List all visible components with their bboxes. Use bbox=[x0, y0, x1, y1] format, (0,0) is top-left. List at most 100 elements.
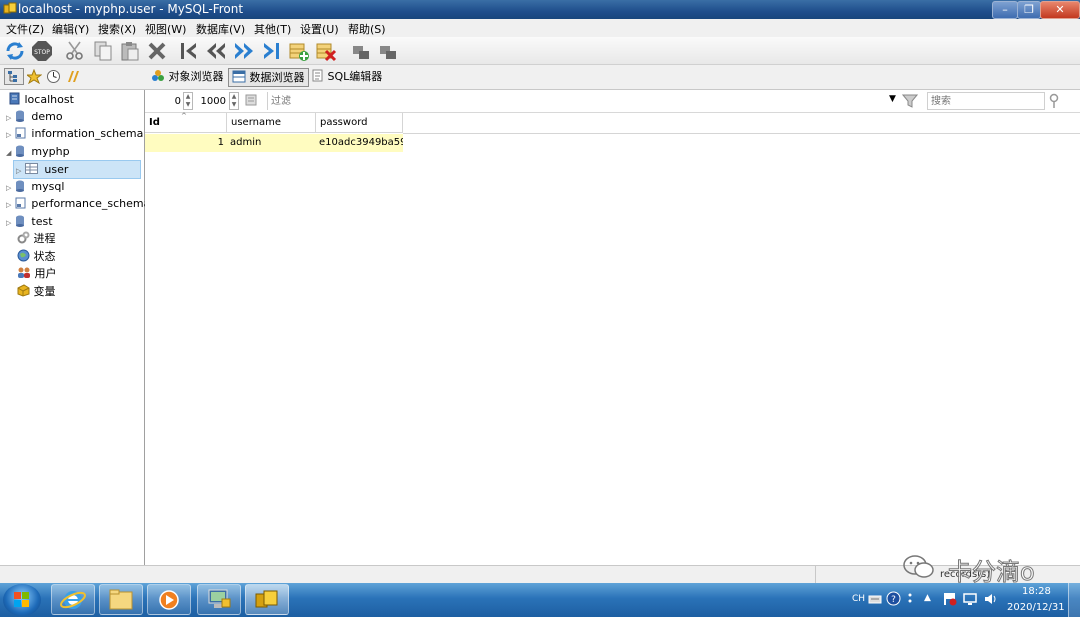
header-divider bbox=[403, 133, 1080, 134]
stop-icon[interactable]: STOP bbox=[31, 40, 53, 62]
clock-date[interactable]: 2020/12/31 bbox=[1007, 602, 1065, 613]
quick-search-icon[interactable] bbox=[1048, 93, 1062, 109]
filter-dropdown-icon[interactable]: ▼ bbox=[889, 94, 896, 104]
offset-input[interactable] bbox=[147, 92, 184, 110]
minimize-button[interactable]: – bbox=[992, 1, 1018, 19]
menu-settings[interactable]: 设置(U) bbox=[300, 21, 339, 37]
help-icon[interactable]: ? bbox=[886, 591, 901, 606]
limit-input[interactable] bbox=[195, 92, 229, 110]
folder-icon bbox=[109, 589, 133, 610]
cell-username[interactable]: admin bbox=[227, 134, 316, 152]
tree-item-demo[interactable]: ▷ demo bbox=[6, 108, 63, 125]
menu-other[interactable]: 其他(T) bbox=[254, 21, 291, 37]
refresh-icon[interactable] bbox=[4, 40, 26, 62]
menu-file[interactable]: 文件(Z) bbox=[6, 21, 44, 37]
tree-item-performance-schema[interactable]: ▷ performance_schema bbox=[6, 195, 150, 212]
filter-input[interactable] bbox=[267, 92, 887, 110]
taskbar-explorer-button[interactable] bbox=[99, 584, 143, 615]
processes-icon bbox=[17, 231, 30, 244]
cell-id[interactable]: 1 bbox=[145, 134, 227, 152]
show-desktop-button[interactable] bbox=[1068, 583, 1080, 617]
tree-item-variables[interactable]: 变量 bbox=[17, 283, 56, 300]
copy-icon[interactable] bbox=[92, 40, 114, 62]
menu-view[interactable]: 视图(W) bbox=[145, 21, 186, 37]
tree-item-label: 状态 bbox=[33, 250, 56, 263]
search-input[interactable] bbox=[927, 92, 1045, 110]
tree-item-user[interactable]: ▷ user bbox=[13, 160, 141, 179]
tree-icon bbox=[8, 71, 17, 82]
next-page-icon[interactable] bbox=[233, 40, 255, 62]
funnel-icon[interactable] bbox=[902, 93, 918, 109]
tree-view-toggle[interactable] bbox=[4, 68, 24, 85]
filter-bar: ▲▼ ▲▼ ▼ bbox=[145, 90, 1080, 113]
tab-object-browser-label: 对象浏览器 bbox=[168, 70, 224, 83]
tab-data-browser-label: 数据浏览器 bbox=[249, 71, 305, 84]
menu-edit[interactable]: 编辑(Y) bbox=[52, 21, 89, 37]
last-record-icon[interactable] bbox=[260, 40, 282, 62]
taskbar-mysql-front-button[interactable] bbox=[245, 584, 289, 615]
cell-password[interactable]: e10adc3949ba59 bbox=[316, 134, 403, 152]
tree-item-label: localhost bbox=[24, 93, 74, 106]
table-row[interactable]: 1 admin e10adc3949ba59 bbox=[145, 113, 403, 153]
tree-item-mysql[interactable]: ▷ mysql bbox=[6, 178, 64, 195]
language-indicator[interactable]: CH bbox=[852, 594, 865, 604]
options-icon[interactable] bbox=[905, 591, 915, 606]
expand-arrow-icon[interactable]: ▷ bbox=[6, 219, 11, 227]
tree-item-label: 用户 bbox=[34, 267, 57, 280]
close-button[interactable]: ✕ bbox=[1040, 1, 1080, 19]
collapse-arrow-icon[interactable]: ◢ bbox=[6, 149, 11, 157]
system-database-icon bbox=[15, 127, 26, 139]
taskbar-ie-button[interactable] bbox=[51, 584, 95, 615]
expand-arrow-icon[interactable]: ▷ bbox=[6, 184, 11, 192]
wechat-logo-icon bbox=[903, 555, 934, 578]
menu-help[interactable]: 帮助(S) bbox=[348, 21, 386, 37]
limit-spinner[interactable]: ▲ ▼ bbox=[229, 92, 239, 110]
tree-item-information-schema[interactable]: ▷ information_schema bbox=[6, 125, 143, 142]
cut-icon[interactable] bbox=[64, 40, 86, 62]
sql-files-icon[interactable] bbox=[66, 69, 81, 84]
network-tray-icon[interactable] bbox=[962, 592, 978, 606]
title-bar: localhost - myphp.user - MySQL-Front – ❐… bbox=[0, 0, 1080, 19]
expand-arrow-icon[interactable]: ▷ bbox=[16, 167, 21, 175]
keyboard-icon[interactable] bbox=[868, 592, 882, 606]
variables-icon bbox=[17, 284, 30, 297]
menu-search[interactable]: 搜索(X) bbox=[98, 21, 136, 37]
mysql-front-app-icon bbox=[255, 590, 278, 608]
action-center-flag-icon[interactable] bbox=[942, 592, 957, 606]
database-icon bbox=[15, 180, 24, 192]
tree-item-localhost[interactable]: localhost bbox=[8, 91, 74, 108]
cancel-record-icon[interactable] bbox=[377, 40, 399, 62]
previous-page-icon[interactable] bbox=[205, 40, 227, 62]
delete-record-icon[interactable] bbox=[315, 40, 337, 62]
tree-item-status[interactable]: 状态 bbox=[17, 248, 56, 265]
insert-record-icon[interactable] bbox=[288, 40, 310, 62]
tab-data-browser[interactable]: 数据浏览器 bbox=[228, 68, 309, 87]
mysql-front-app-icon bbox=[3, 2, 17, 14]
expand-arrow-icon[interactable]: ▷ bbox=[6, 201, 11, 209]
start-button[interactable] bbox=[3, 584, 41, 616]
tree-item-users[interactable]: 用户 bbox=[17, 265, 57, 282]
system-database-icon bbox=[15, 197, 26, 209]
tab-sql-editor[interactable]: SQL编辑器 bbox=[308, 68, 385, 85]
show-hidden-icons-icon[interactable]: ▲ bbox=[924, 593, 931, 603]
paste-icon[interactable] bbox=[119, 40, 141, 62]
maximize-button[interactable]: ❐ bbox=[1017, 1, 1041, 19]
tab-object-browser[interactable]: 对象浏览器 bbox=[148, 68, 227, 85]
menu-database[interactable]: 数据库(V) bbox=[196, 21, 245, 37]
taskbar-media-player-button[interactable] bbox=[147, 584, 191, 615]
history-icon[interactable] bbox=[46, 69, 61, 84]
first-record-icon[interactable] bbox=[178, 40, 200, 62]
clock-time[interactable]: 18:28 bbox=[1022, 586, 1051, 597]
expand-arrow-icon[interactable]: ▷ bbox=[6, 114, 11, 122]
view-bar: 对象浏览器 数据浏览器 SQL编辑器 bbox=[0, 65, 1080, 90]
limit-toggle-icon[interactable] bbox=[244, 93, 258, 107]
taskbar-network-app-button[interactable] bbox=[197, 584, 241, 615]
post-record-icon[interactable] bbox=[350, 40, 372, 62]
expand-arrow-icon[interactable]: ▷ bbox=[6, 131, 11, 139]
delete-icon[interactable] bbox=[146, 40, 168, 62]
tree-item-test[interactable]: ▷ test bbox=[6, 213, 53, 230]
bookmarks-icon[interactable] bbox=[27, 69, 42, 84]
volume-icon[interactable] bbox=[983, 592, 998, 606]
tree-item-myphp[interactable]: ◢ myphp bbox=[6, 143, 70, 160]
tree-item-processes[interactable]: 进程 bbox=[17, 230, 56, 247]
